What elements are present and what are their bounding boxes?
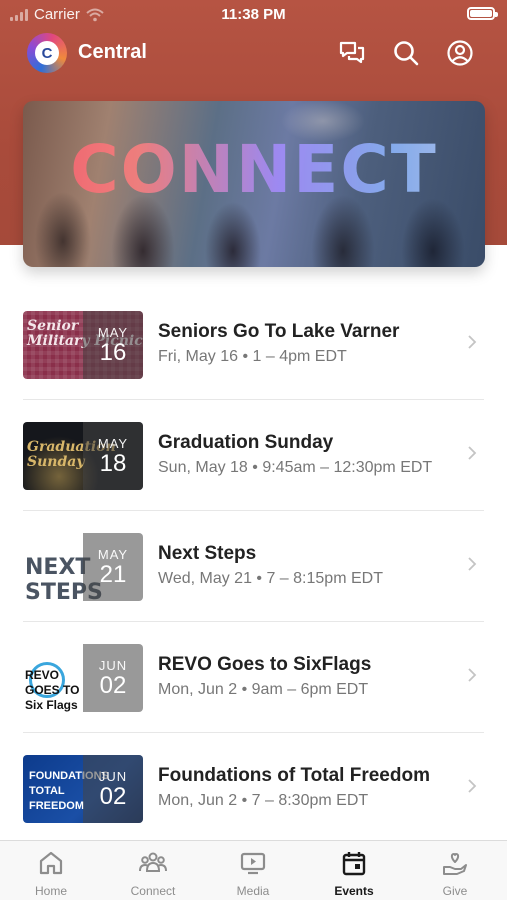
event-row[interactable]: FOUNDATIONS TOTAL FREEDOM JUN 02 Foundat… xyxy=(0,734,507,844)
tab-home[interactable]: Home xyxy=(6,849,96,898)
logo-letter: C xyxy=(35,41,59,65)
date-day: 21 xyxy=(99,560,127,588)
date-badge: MAY 16 xyxy=(83,311,143,379)
connect-banner[interactable]: CONNECT xyxy=(23,101,485,267)
tab-label: Connect xyxy=(130,884,176,898)
battery-level xyxy=(470,10,492,17)
event-datetime: Mon, Jun 2 • 7 – 8:30pm EDT xyxy=(158,792,369,809)
event-datetime: Sun, May 18 • 9:45am – 12:30pm EDT xyxy=(158,459,433,476)
event-thumbnail: FOUNDATIONS TOTAL FREEDOM JUN 02 xyxy=(23,755,143,823)
chevron-right-icon xyxy=(468,335,477,349)
app-logo[interactable]: C xyxy=(27,33,67,73)
tab-give[interactable]: Give xyxy=(410,849,500,898)
event-row[interactable]: NEXT STEPS MAY 21 Next Steps Wed, May 21… xyxy=(0,512,507,622)
tab-events[interactable]: Events xyxy=(309,849,399,898)
tab-label: Home xyxy=(34,884,67,898)
tab-media[interactable]: Media xyxy=(208,849,298,898)
event-thumbnail: Senior Military Picnic MAY 16 xyxy=(23,311,143,379)
app-bar: C Central xyxy=(0,30,507,76)
date-month: MAY xyxy=(97,324,129,340)
event-datetime: Wed, May 21 • 7 – 8:15pm EDT xyxy=(158,570,383,587)
date-day: 18 xyxy=(99,449,127,477)
event-row[interactable]: REVO GOES TO Six Flags JUN 02 REVO Goes … xyxy=(0,623,507,733)
battery-icon xyxy=(467,7,498,20)
home-icon xyxy=(39,851,63,875)
chevron-right-icon xyxy=(468,557,477,571)
tab-connect[interactable]: Connect xyxy=(108,849,198,898)
chevron-right-icon xyxy=(468,779,477,793)
date-day: 02 xyxy=(99,782,127,810)
chevron-right-icon xyxy=(468,668,477,682)
divider xyxy=(23,732,484,733)
tab-label: Give xyxy=(442,884,468,898)
event-title: Next Steps xyxy=(158,543,257,564)
people-icon xyxy=(139,852,167,872)
banner-text: CONNECT xyxy=(23,131,485,208)
event-thumbnail: NEXT STEPS MAY 21 xyxy=(23,533,143,601)
date-badge: MAY 21 xyxy=(83,533,143,601)
media-icon xyxy=(240,852,266,875)
event-thumbnail: REVO GOES TO Six Flags JUN 02 xyxy=(23,644,143,712)
give-icon xyxy=(443,853,467,875)
thumbnail-text: FOUNDATIONS TOTAL FREEDOM xyxy=(29,770,109,812)
thumbnail-text: REVO GOES TO Six Flags xyxy=(25,668,80,712)
date-month: JUN xyxy=(98,657,128,673)
profile-icon[interactable] xyxy=(446,39,474,67)
date-day: 02 xyxy=(99,671,127,699)
chevron-right-icon xyxy=(468,446,477,460)
event-title: Graduation Sunday xyxy=(158,432,334,453)
event-datetime: Mon, Jun 2 • 9am – 6pm EDT xyxy=(158,681,369,698)
date-badge: JUN 02 xyxy=(83,644,143,712)
event-row[interactable]: Senior Military Picnic MAY 16 Seniors Go… xyxy=(0,290,507,400)
event-title: Foundations of Total Freedom xyxy=(158,765,430,786)
event-row[interactable]: Graduation Sunday MAY 18 Graduation Sund… xyxy=(0,401,507,511)
tab-label: Media xyxy=(236,884,270,898)
date-day: 16 xyxy=(99,338,127,366)
tab-bar: Home Connect Media Events Give xyxy=(0,840,507,900)
date-month: MAY xyxy=(97,435,129,451)
event-thumbnail: Graduation Sunday MAY 18 xyxy=(23,422,143,490)
tab-label: Events xyxy=(334,884,374,898)
status-time: 11:38 PM xyxy=(221,6,286,23)
date-badge: MAY 18 xyxy=(83,422,143,490)
calendar-icon xyxy=(342,852,366,876)
divider xyxy=(23,399,484,400)
date-month: MAY xyxy=(97,546,129,562)
app-title: Central xyxy=(78,41,147,63)
divider xyxy=(23,510,484,511)
chat-icon[interactable] xyxy=(338,39,366,67)
event-title: Seniors Go To Lake Varner xyxy=(158,321,400,342)
event-datetime: Fri, May 16 • 1 – 4pm EDT xyxy=(158,348,347,365)
date-badge: JUN 02 xyxy=(83,755,143,823)
date-month: JUN xyxy=(98,768,128,784)
search-icon[interactable] xyxy=(392,39,420,67)
divider xyxy=(23,621,484,622)
event-title: REVO Goes to SixFlags xyxy=(158,654,372,675)
status-bar: Carrier 11:38 PM xyxy=(0,0,507,30)
